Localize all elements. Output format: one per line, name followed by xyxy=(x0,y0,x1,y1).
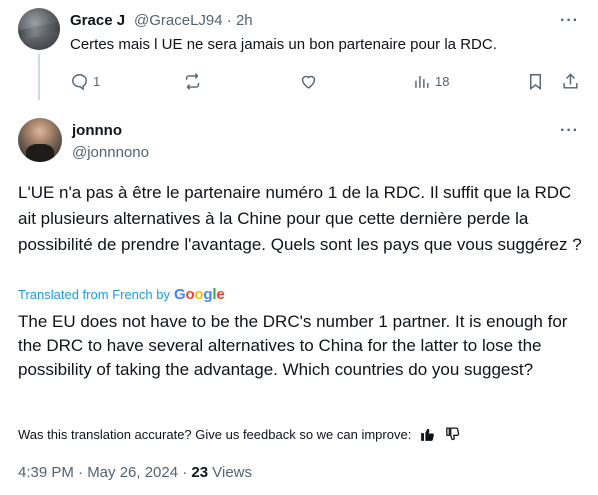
translated-from-label[interactable]: Translated from French by xyxy=(18,287,170,302)
analytics-icon xyxy=(415,75,429,88)
reply-button[interactable]: 1 xyxy=(70,72,100,91)
google-logo: Google xyxy=(174,286,225,303)
translated-text: The EU does not have to be the DRC's num… xyxy=(18,312,568,379)
reply-handle[interactable]: @GraceLJ94 xyxy=(134,12,223,29)
tweet-timestamp[interactable]: 4:39 PM · May 26, 2024 · xyxy=(18,464,191,481)
tweet-text: L'UE n'a pas à être le partenaire numéro… xyxy=(18,183,582,254)
heart-icon xyxy=(301,75,316,89)
share-button[interactable] xyxy=(561,72,580,91)
more-options-icon[interactable]: ··· xyxy=(560,12,579,30)
tweet-views-label: Views xyxy=(208,464,253,481)
reply-count: 1 xyxy=(93,74,101,89)
repost-icon xyxy=(185,73,200,90)
views-button[interactable]: 18 xyxy=(412,72,449,91)
thread-line xyxy=(38,54,40,100)
views-count: 18 xyxy=(435,74,450,89)
reply-time[interactable]: · 2h xyxy=(227,12,253,29)
reply-author-handle[interactable]: @GraceLJ94 · 2h xyxy=(134,12,253,29)
tweet-more-options-icon[interactable]: ··· xyxy=(560,122,579,140)
thumbs-up-icon[interactable] xyxy=(419,426,436,443)
translation-feedback: Was this translation accurate? Give us f… xyxy=(18,426,461,443)
google-letter: e xyxy=(216,286,225,303)
google-letter: G xyxy=(173,286,186,303)
feedback-prompt: Was this translation accurate? Give us f… xyxy=(18,427,412,442)
reply-author-name[interactable]: Grace J xyxy=(70,12,125,29)
bookmark-button[interactable] xyxy=(526,72,545,91)
reply-text: Certes mais l UE ne sera jamais un bon p… xyxy=(70,36,497,53)
thumbs-down-icon[interactable] xyxy=(444,426,461,443)
bookmark-icon xyxy=(530,74,541,91)
repost-button[interactable] xyxy=(183,72,202,91)
avatar-grace[interactable] xyxy=(18,8,60,50)
translated-label[interactable]: Translated from French by Google xyxy=(18,286,225,303)
tweet-author-handle[interactable]: @jonnnono xyxy=(72,144,149,161)
comment-icon xyxy=(72,74,87,91)
avatar-jonnno[interactable] xyxy=(18,118,62,162)
google-letter: g xyxy=(203,286,213,303)
tweet-metadata: 4:39 PM · May 26, 2024 · 23 Views xyxy=(18,464,252,481)
share-icon xyxy=(563,73,578,89)
tweet-author-name[interactable]: jonnno xyxy=(72,122,122,139)
like-button[interactable] xyxy=(299,72,318,91)
tweet-views-count: 23 xyxy=(191,464,209,481)
